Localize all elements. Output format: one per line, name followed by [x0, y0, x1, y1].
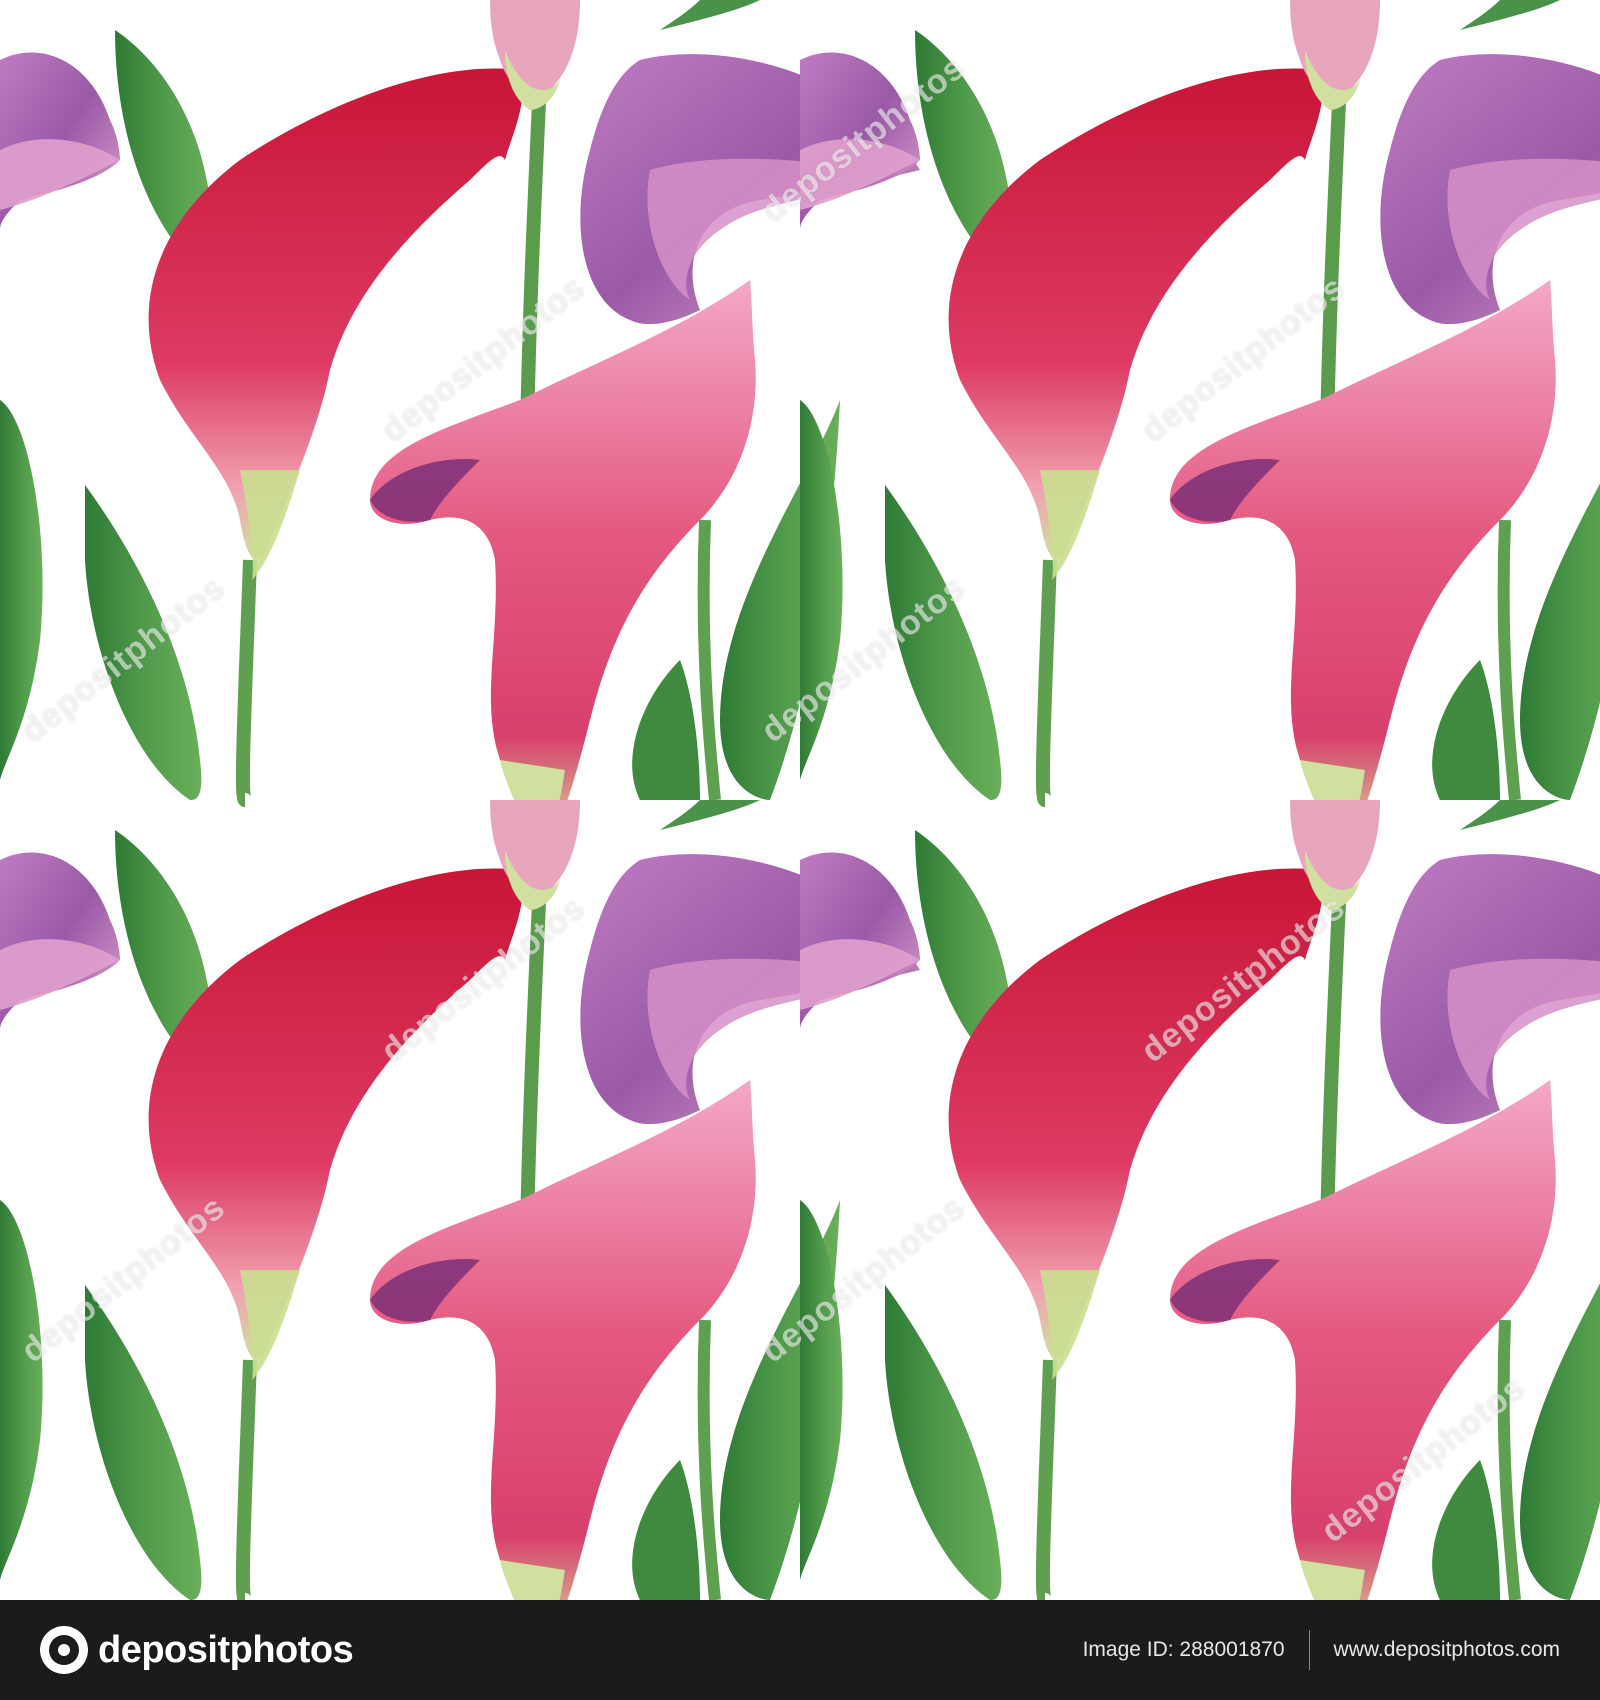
image-id: Image ID: 288001870 — [1082, 1638, 1285, 1661]
stock-footer-bar: depositphotos Image ID: 288001870 www.de… — [0, 1600, 1600, 1700]
divider — [1308, 1630, 1310, 1670]
camera-lens-icon — [40, 1626, 88, 1674]
footer-info: Image ID: 288001870 www.depositphotos.co… — [1083, 1630, 1560, 1670]
floral-pattern-image: depositphotos depositphotos depositphoto… — [0, 0, 1600, 1600]
depositphotos-logo[interactable]: depositphotos — [40, 1626, 354, 1674]
site-url-link[interactable]: www.depositphotos.com — [1334, 1638, 1560, 1662]
calla-lily-pattern — [0, 0, 1600, 1600]
logo-text: depositphotos — [98, 1628, 354, 1671]
